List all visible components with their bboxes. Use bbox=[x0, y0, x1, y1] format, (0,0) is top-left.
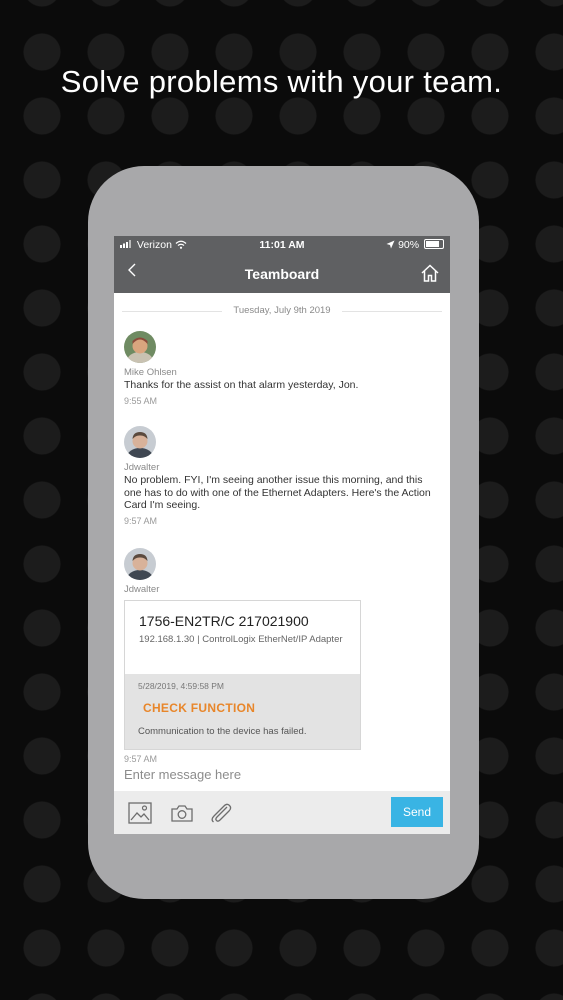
message-sender: Jdwalter bbox=[124, 462, 160, 473]
avatar bbox=[124, 426, 156, 458]
message-input[interactable] bbox=[124, 767, 424, 782]
headline: Solve problems with your team. bbox=[60, 64, 503, 99]
action-card-header: 1756-EN2TR/C 217021900 192.168.1.30 | Co… bbox=[125, 601, 360, 673]
date-separator: Tuesday, July 9th 2019 bbox=[114, 305, 450, 316]
chat-message: Jdwalter No problem. FYI, I'm seeing ano… bbox=[124, 426, 440, 526]
message-text: Thanks for the assist on that alarm yest… bbox=[124, 379, 359, 391]
battery-group: 90% bbox=[386, 239, 444, 251]
battery-percent: 90% bbox=[398, 239, 420, 251]
nav-bar: Teamboard bbox=[114, 254, 450, 293]
avatar bbox=[124, 331, 156, 363]
message-time: 9:57 AM bbox=[124, 754, 158, 764]
send-button[interactable]: Send bbox=[391, 797, 443, 827]
message-time: 9:55 AM bbox=[124, 395, 158, 406]
message-sender: Mike Ohlsen bbox=[124, 367, 177, 378]
action-card-action: CHECK FUNCTION bbox=[143, 701, 256, 715]
chat-message: Mike Ohlsen Thanks for the assist on tha… bbox=[124, 331, 440, 406]
action-card-title: 1756-EN2TR/C 217021900 bbox=[139, 613, 309, 629]
paperclip-icon bbox=[211, 803, 232, 823]
status-bar: Verizon 11:01 AM 90% bbox=[114, 236, 450, 254]
home-button[interactable] bbox=[420, 263, 440, 283]
home-icon bbox=[421, 264, 439, 282]
image-button[interactable] bbox=[128, 802, 152, 824]
action-card-body: 5/28/2019, 4:59:58 PM CHECK FUNCTION Com… bbox=[125, 674, 360, 749]
avatar bbox=[124, 548, 156, 580]
action-card-subtitle: 192.168.1.30 | ControlLogix EtherNet/IP … bbox=[139, 634, 343, 645]
action-card[interactable]: 1756-EN2TR/C 217021900 192.168.1.30 | Co… bbox=[124, 600, 361, 750]
camera-icon bbox=[171, 805, 193, 822]
app-screen: Verizon 11:01 AM 90% Teamboard Tuesday, … bbox=[114, 236, 450, 834]
location-icon bbox=[386, 240, 395, 249]
attach-button[interactable] bbox=[209, 802, 233, 824]
action-card-timestamp: 5/28/2019, 4:59:58 PM bbox=[138, 681, 225, 691]
composer-toolbar: Send bbox=[114, 791, 450, 834]
message-text: No problem. FYI, I'm seeing another issu… bbox=[124, 474, 431, 511]
action-card-description: Communication to the device has failed. bbox=[138, 726, 307, 737]
page-title: Teamboard bbox=[244, 266, 320, 282]
battery-icon bbox=[424, 239, 444, 249]
chat-message: Jdwalter bbox=[124, 548, 440, 595]
image-icon bbox=[128, 802, 152, 824]
message-time: 9:57 AM bbox=[124, 515, 158, 526]
message-sender: Jdwalter bbox=[124, 584, 160, 595]
camera-button[interactable] bbox=[170, 802, 194, 824]
